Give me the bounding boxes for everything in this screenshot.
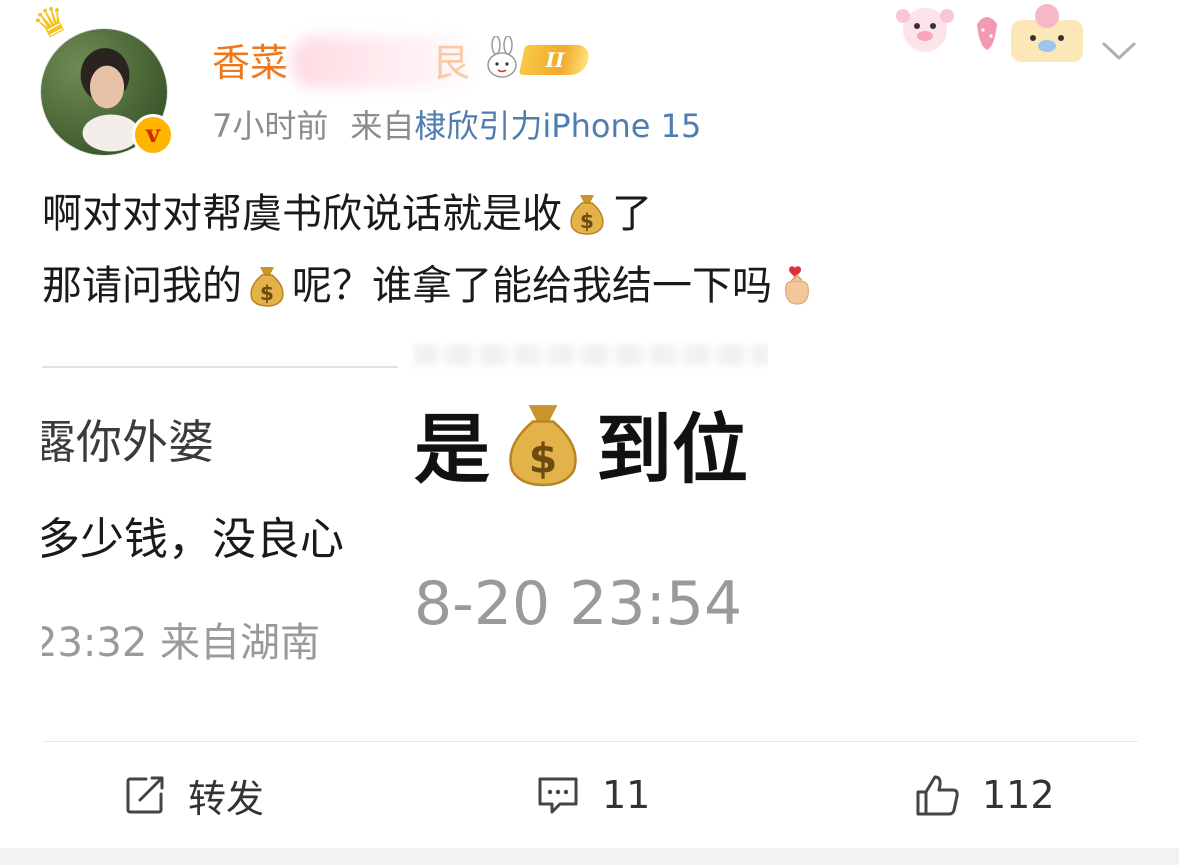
- post-meta: 7小时前 来自棣欣引力iPhone 15: [212, 106, 701, 146]
- money-bag-icon: $: [250, 267, 284, 307]
- username-tail: 艮: [432, 41, 471, 85]
- embedded-timestamp: 8-20 23:54: [414, 569, 743, 639]
- sticker-decoration: [896, 4, 1083, 62]
- like-count: 112: [982, 773, 1055, 817]
- embedded-blurred-strip: [414, 344, 768, 366]
- svg-text:$: $: [260, 281, 274, 305]
- svg-text:$: $: [529, 435, 557, 483]
- source-prefix: 来自: [350, 107, 415, 145]
- svg-text:$: $: [580, 209, 594, 233]
- source-link[interactable]: 棣欣引力iPhone 15: [414, 107, 701, 145]
- embedded-text-line-1: 露你外婆: [42, 415, 214, 469]
- avatar[interactable]: ♛ v: [26, 0, 174, 156]
- post-time: 7小时前: [212, 107, 329, 145]
- embedded-image[interactable]: 露你外婆 多少钱，没良心 23:32 来自湖南 是 $ 到位 8-20 23:5…: [42, 338, 768, 688]
- embedded-big-text-segment: 到位: [596, 405, 748, 494]
- thumbs-up-icon: [916, 775, 959, 816]
- footer-divider: [42, 741, 1138, 742]
- bottom-separator: [0, 848, 1179, 865]
- comment-count: 11: [602, 773, 651, 817]
- username[interactable]: 香菜: [212, 38, 288, 88]
- repost-button[interactable]: 转发: [124, 770, 265, 821]
- chevron-down-icon[interactable]: [1100, 36, 1138, 66]
- post-text-line-2: 那请问我的 $ 呢？谁拿了能给我结一下吗: [42, 258, 820, 314]
- like-button[interactable]: 112: [914, 770, 1055, 820]
- post-text-segment: 了: [612, 191, 652, 237]
- comment-icon: [538, 777, 578, 814]
- repost-icon: [126, 776, 164, 814]
- post-text-segment: 那请问我的: [42, 263, 242, 309]
- post-text-segment: 呢？谁拿了能给我结一下吗: [292, 263, 772, 309]
- embedded-big-text-segment: 是: [414, 405, 490, 494]
- post-text-segment: 啊对对对帮虞书欣说话就是收: [42, 191, 562, 237]
- embedded-divider: [42, 366, 398, 368]
- money-bag-icon: $: [509, 405, 577, 487]
- level-badge-icon: II: [518, 45, 592, 75]
- repost-label: 转发: [188, 776, 265, 821]
- comment-button[interactable]: 11: [536, 770, 650, 820]
- verified-badge-icon: v: [132, 114, 174, 156]
- finger-heart-icon: [784, 266, 809, 305]
- rabbit-icon: [487, 36, 517, 78]
- embedded-text-line-3: 23:32 来自湖南: [42, 620, 320, 666]
- embedded-text-line-2: 多少钱，没良心: [42, 514, 344, 565]
- post-text-line-1: 啊对对对帮虞书欣说话就是收 $ 了: [42, 186, 652, 242]
- embedded-big-text: 是 $ 到位: [414, 396, 748, 498]
- money-bag-icon: $: [570, 195, 604, 235]
